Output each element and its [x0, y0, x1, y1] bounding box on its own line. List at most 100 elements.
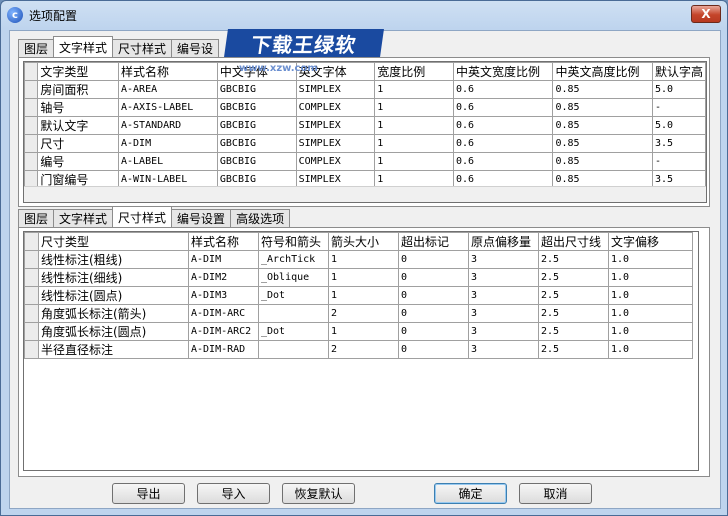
- table-cell[interactable]: 0.85: [552, 152, 653, 171]
- tab-number-settings[interactable]: 编号设置: [171, 209, 232, 227]
- table-cell[interactable]: 默认文字: [37, 116, 119, 135]
- table-cell[interactable]: COMPLEX: [295, 98, 376, 117]
- tab-number-top[interactable]: 编号设: [171, 39, 220, 57]
- table-cell[interactable]: A-DIM-ARC2: [188, 322, 259, 341]
- table-row[interactable]: 房间面积 A-AREA GBCBIG SIMPLEX 1 0.6 0.85 5.…: [23, 80, 707, 99]
- column-header[interactable]: 默认字高: [651, 62, 707, 81]
- table-cell[interactable]: 1: [374, 80, 454, 99]
- table-cell[interactable]: A-DIM3: [188, 286, 259, 305]
- table-cell[interactable]: 1: [328, 268, 399, 287]
- table-cell[interactable]: 2: [328, 304, 399, 323]
- table-cell[interactable]: 0.6: [452, 134, 554, 153]
- table-cell[interactable]: [258, 340, 329, 359]
- table-cell[interactable]: COMPLEX: [295, 152, 376, 171]
- table-cell[interactable]: A-AXIS-LABEL: [117, 98, 218, 117]
- table-cell[interactable]: 2.5: [538, 340, 609, 359]
- row-selector[interactable]: [24, 250, 39, 269]
- tab-text-style-top[interactable]: 文字样式: [53, 36, 114, 57]
- table-cell[interactable]: -: [651, 152, 707, 171]
- table-cell[interactable]: GBCBIG: [216, 152, 297, 171]
- table-cell[interactable]: 1: [374, 134, 454, 153]
- table-row[interactable]: 线性标注(粗线) A-DIM _ArchTick 1 0 3 2.5 1.0: [24, 250, 693, 269]
- close-button[interactable]: X: [691, 5, 721, 23]
- table-cell[interactable]: 3.5: [651, 134, 707, 153]
- table-cell[interactable]: GBCBIG: [216, 134, 297, 153]
- column-header[interactable]: 文字偏移: [608, 232, 693, 251]
- table-cell[interactable]: 0.85: [552, 80, 653, 99]
- table-cell[interactable]: GBCBIG: [216, 98, 297, 117]
- table-row[interactable]: 轴号 A-AXIS-LABEL GBCBIG COMPLEX 1 0.6 0.8…: [23, 98, 707, 117]
- table-cell[interactable]: 角度弧长标注(箭头): [38, 304, 189, 323]
- row-selector[interactable]: [24, 268, 39, 287]
- table-cell[interactable]: 1.0: [608, 268, 693, 287]
- row-selector[interactable]: [24, 304, 39, 323]
- table-cell[interactable]: 1: [328, 322, 399, 341]
- ok-button[interactable]: 确定: [434, 483, 507, 504]
- table-cell[interactable]: A-DIM-ARC: [188, 304, 259, 323]
- dim-style-grid[interactable]: 尺寸类型 样式名称 符号和箭头 箭头大小 超出标记 原点偏移量 超出尺寸线 文字…: [23, 231, 699, 471]
- tab-layer-top[interactable]: 图层: [18, 39, 55, 57]
- table-cell[interactable]: 0: [398, 250, 469, 269]
- table-cell[interactable]: _Dot: [258, 286, 329, 305]
- table-cell[interactable]: 尺寸: [37, 134, 119, 153]
- row-selector[interactable]: [23, 98, 39, 117]
- table-row[interactable]: 编号 A-LABEL GBCBIG COMPLEX 1 0.6 0.85 -: [23, 152, 707, 171]
- column-header[interactable]: 样式名称: [117, 62, 218, 81]
- table-cell[interactable]: 5.0: [651, 80, 707, 99]
- table-cell[interactable]: 3: [468, 250, 539, 269]
- column-header[interactable]: 尺寸类型: [38, 232, 189, 251]
- table-row[interactable]: 线性标注(圆点) A-DIM3 _Dot 1 0 3 2.5 1.0: [24, 286, 693, 305]
- table-cell[interactable]: 半径直径标注: [38, 340, 189, 359]
- table-cell[interactable]: 2.5: [538, 250, 609, 269]
- table-row[interactable]: 半径直径标注 A-DIM-RAD 2 0 3 2.5 1.0: [24, 340, 693, 359]
- row-selector[interactable]: [24, 340, 39, 359]
- table-cell[interactable]: 2.5: [538, 322, 609, 341]
- table-cell[interactable]: 3: [468, 322, 539, 341]
- tab-dim-style[interactable]: 尺寸样式: [112, 206, 173, 227]
- table-cell[interactable]: -: [651, 98, 707, 117]
- table-cell[interactable]: 2.5: [538, 286, 609, 305]
- table-cell[interactable]: SIMPLEX: [295, 134, 376, 153]
- table-cell[interactable]: SIMPLEX: [295, 80, 376, 99]
- table-cell[interactable]: SIMPLEX: [295, 116, 376, 135]
- column-header[interactable]: 超出标记: [398, 232, 469, 251]
- tab-layer[interactable]: 图层: [18, 209, 55, 227]
- table-cell[interactable]: 1: [328, 286, 399, 305]
- table-cell[interactable]: 1: [374, 98, 454, 117]
- table-cell[interactable]: 1.0: [608, 286, 693, 305]
- column-header[interactable]: 中英文高度比例: [552, 62, 653, 81]
- table-cell[interactable]: 5.0: [651, 116, 707, 135]
- table-cell[interactable]: GBCBIG: [216, 116, 297, 135]
- table-cell[interactable]: 1: [374, 116, 454, 135]
- table-cell[interactable]: 0.6: [452, 152, 554, 171]
- table-cell[interactable]: 2: [328, 340, 399, 359]
- table-cell[interactable]: 0: [398, 322, 469, 341]
- cancel-button[interactable]: 取消: [519, 483, 592, 504]
- row-selector[interactable]: [23, 80, 39, 99]
- tab-dim-style-top[interactable]: 尺寸样式: [112, 39, 173, 57]
- table-cell[interactable]: _Dot: [258, 322, 329, 341]
- column-header[interactable]: 宽度比例: [374, 62, 454, 81]
- table-cell[interactable]: 3: [468, 268, 539, 287]
- column-header[interactable]: 原点偏移量: [468, 232, 539, 251]
- table-cell[interactable]: _ArchTick: [258, 250, 329, 269]
- table-cell[interactable]: A-DIM-RAD: [188, 340, 259, 359]
- table-cell[interactable]: 1.0: [608, 340, 693, 359]
- table-cell[interactable]: 0.6: [452, 116, 554, 135]
- table-row[interactable]: 角度弧长标注(箭头) A-DIM-ARC 2 0 3 2.5 1.0: [24, 304, 693, 323]
- table-cell[interactable]: A-DIM: [188, 250, 259, 269]
- table-cell[interactable]: 0.85: [552, 116, 653, 135]
- title-bar[interactable]: c 选项配置 X: [1, 1, 727, 29]
- table-cell[interactable]: 0.85: [552, 134, 653, 153]
- table-cell[interactable]: A-STANDARD: [117, 116, 218, 135]
- table-cell[interactable]: A-LABEL: [117, 152, 218, 171]
- table-cell[interactable]: 线性标注(粗线): [38, 250, 189, 269]
- horizontal-scrollbar[interactable]: [24, 186, 706, 202]
- table-cell[interactable]: 轴号: [37, 98, 119, 117]
- table-cell[interactable]: 0: [398, 340, 469, 359]
- table-cell[interactable]: 1: [374, 152, 454, 171]
- table-cell[interactable]: 3: [468, 286, 539, 305]
- column-header[interactable]: 样式名称: [188, 232, 259, 251]
- table-cell[interactable]: GBCBIG: [216, 80, 297, 99]
- table-cell[interactable]: 1.0: [608, 304, 693, 323]
